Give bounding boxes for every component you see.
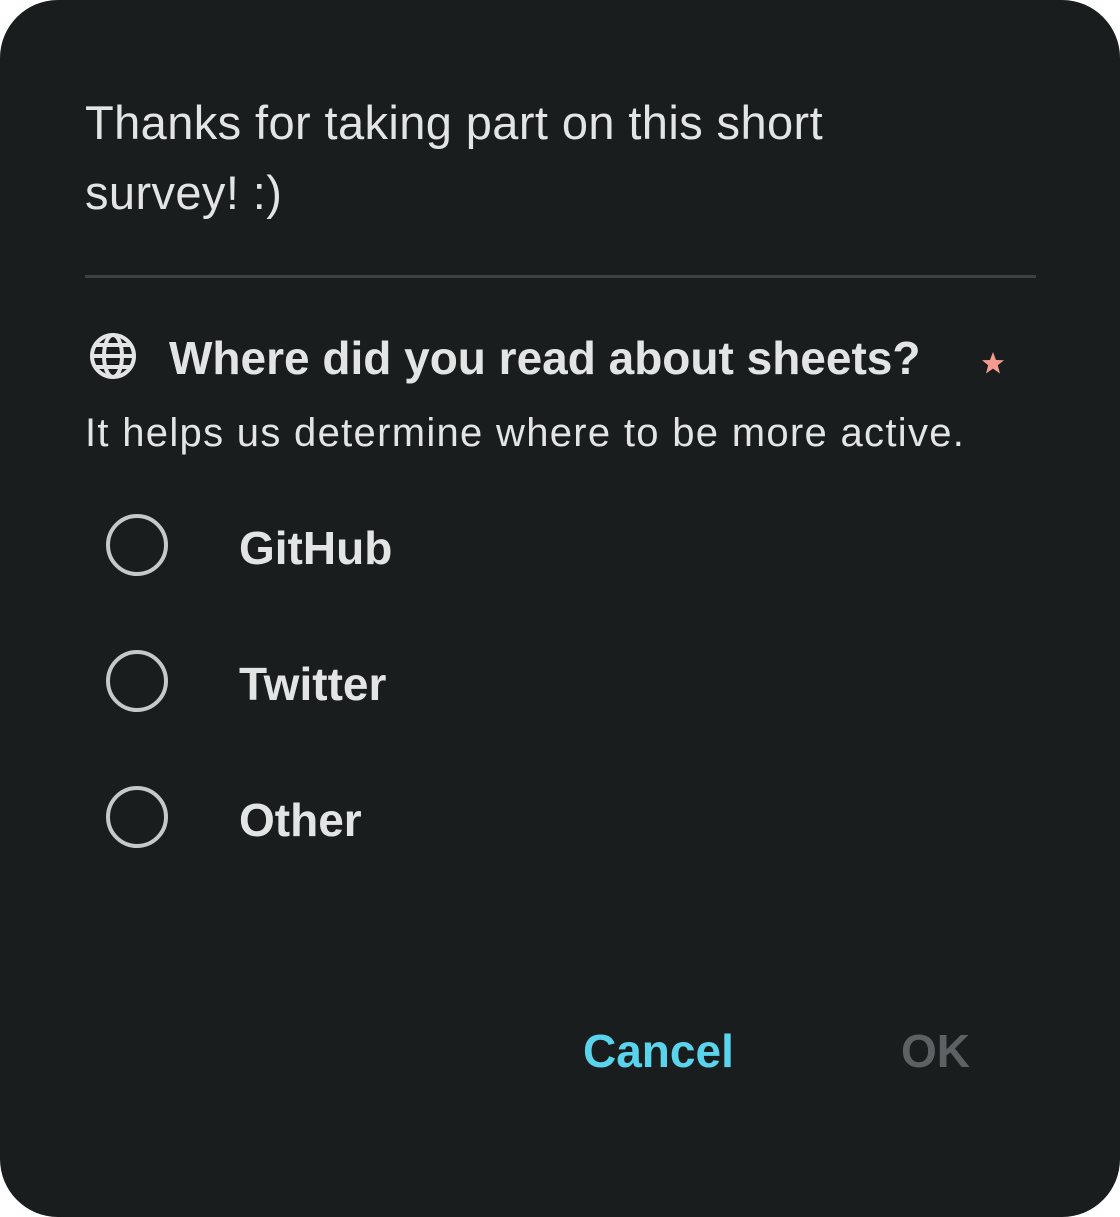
radio-button[interactable] <box>106 650 168 712</box>
question-description: It helps us determine where to be more a… <box>85 411 966 455</box>
globe-icon <box>88 331 138 381</box>
radio-button[interactable] <box>106 786 168 848</box>
cancel-button[interactable]: Cancel <box>583 1015 734 1087</box>
ok-button[interactable]: OK <box>901 1015 970 1087</box>
option-github[interactable]: GitHub <box>85 480 1036 616</box>
divider <box>85 275 1036 278</box>
option-twitter[interactable]: Twitter <box>85 616 1036 752</box>
option-label: Twitter <box>239 658 387 710</box>
question-header: Where did you read about sheets? <box>85 325 1036 395</box>
intro-text: Thanks for taking part on this short sur… <box>85 96 824 219</box>
radio-button[interactable] <box>106 514 168 576</box>
options-radio-group: GitHub Twitter Other <box>85 480 1036 888</box>
star-icon <box>981 351 1005 375</box>
question-title: Where did you read about sheets? <box>169 332 921 384</box>
dialog-actions: Cancel OK <box>0 1015 1120 1087</box>
option-other[interactable]: Other <box>85 752 1036 888</box>
option-label: GitHub <box>239 522 393 574</box>
option-label: Other <box>239 794 362 846</box>
survey-dialog: Thanks for taking part on this short sur… <box>0 0 1120 1217</box>
